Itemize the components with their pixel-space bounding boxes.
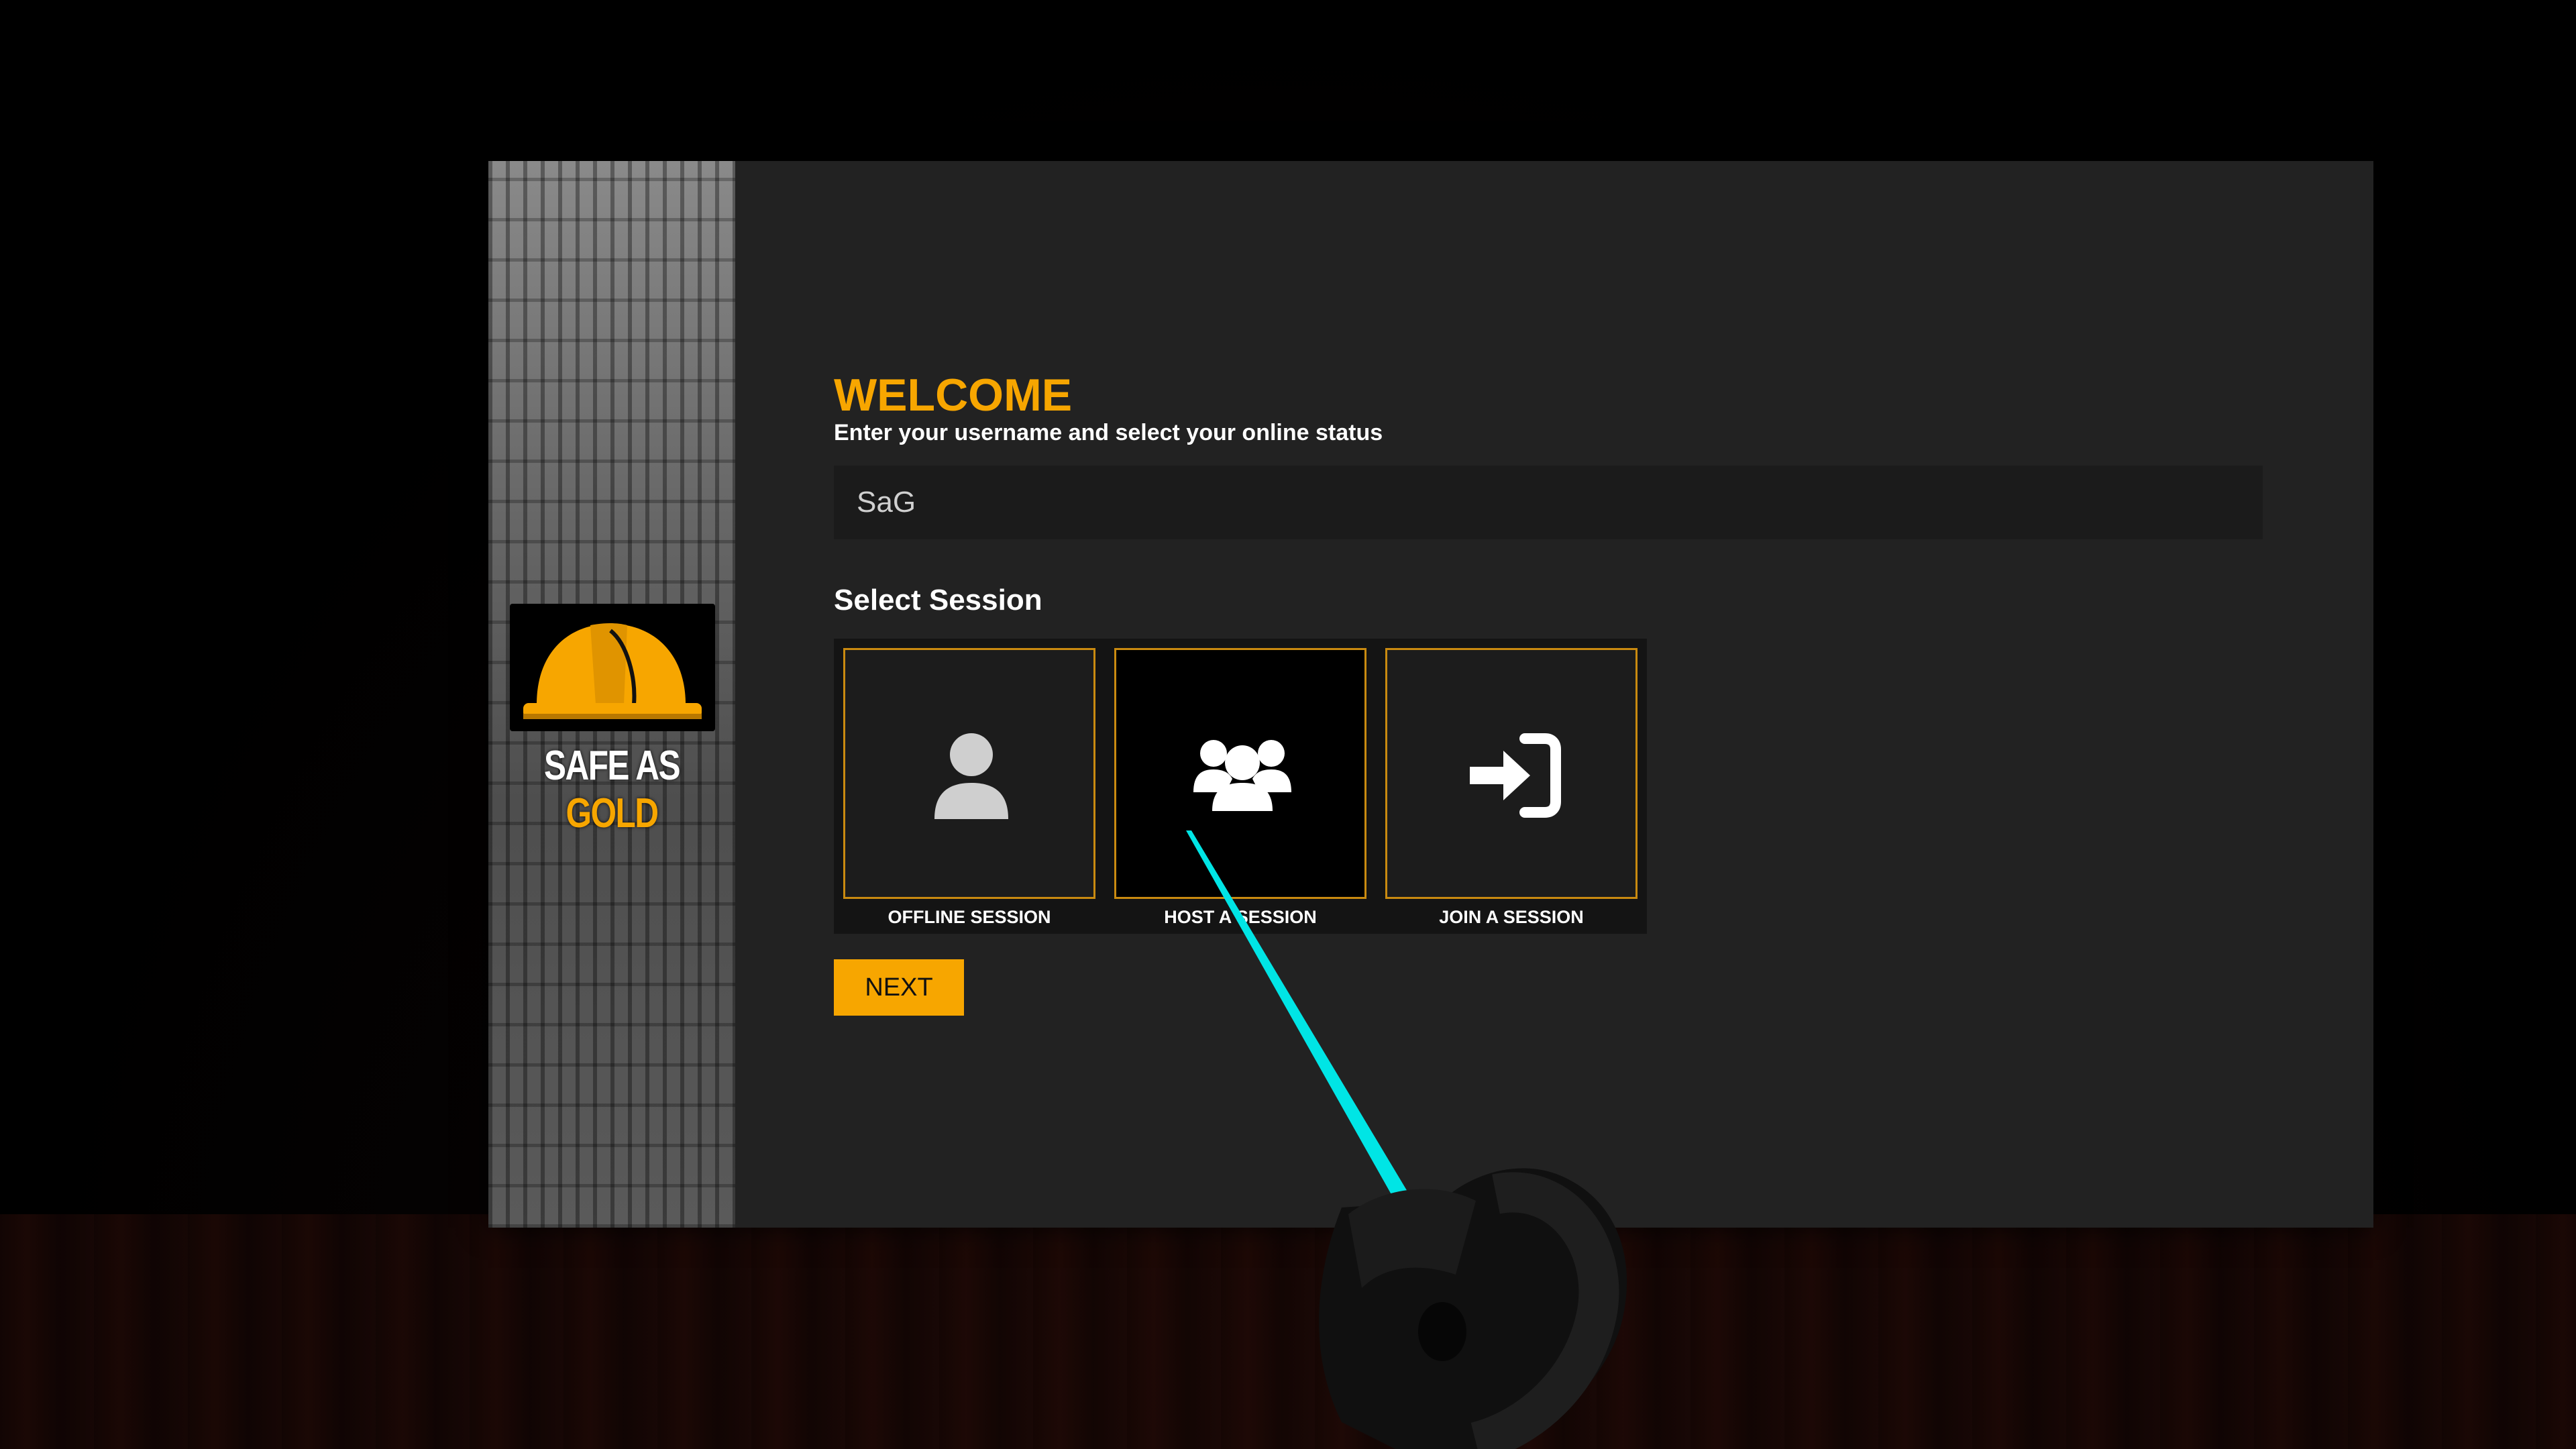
users-icon	[1193, 740, 1291, 811]
offline-session-button[interactable]	[843, 648, 1095, 899]
brand-name-white: SAFE AS	[544, 743, 681, 789]
username-input[interactable]	[834, 466, 2263, 539]
host-session-label: HOST A SESSION	[1164, 907, 1317, 927]
brand-logo-text: SAFE AS GOLD	[513, 742, 710, 837]
stage-floor	[0, 1214, 2576, 1449]
offline-session-label: OFFLINE SESSION	[888, 907, 1051, 927]
brand-sidebar: SAFE AS GOLD	[488, 161, 735, 1228]
session-options: OFFLINE SESSION HOST A SESSION JOIN A SE…	[834, 639, 1647, 934]
hard-hat-icon	[523, 623, 702, 719]
vr-scene: SAFE AS GOLD WELCOME Enter your username…	[0, 0, 2576, 1449]
host-session-button[interactable]	[1114, 648, 1366, 899]
join-session-label: JOIN A SESSION	[1439, 907, 1584, 927]
next-button[interactable]: NEXT	[834, 959, 964, 1016]
hard-hat-logo	[510, 604, 715, 731]
welcome-panel: SAFE AS GOLD WELCOME Enter your username…	[488, 161, 2373, 1228]
select-session-label: Select Session	[834, 584, 1042, 616]
join-session-button[interactable]	[1385, 648, 1638, 899]
welcome-subtitle: Enter your username and select your onli…	[834, 420, 1383, 445]
brand-name-gold: GOLD	[566, 790, 659, 837]
user-icon	[934, 733, 1008, 819]
sign-in-icon	[1470, 733, 1561, 818]
welcome-title: WELCOME	[834, 370, 1073, 421]
